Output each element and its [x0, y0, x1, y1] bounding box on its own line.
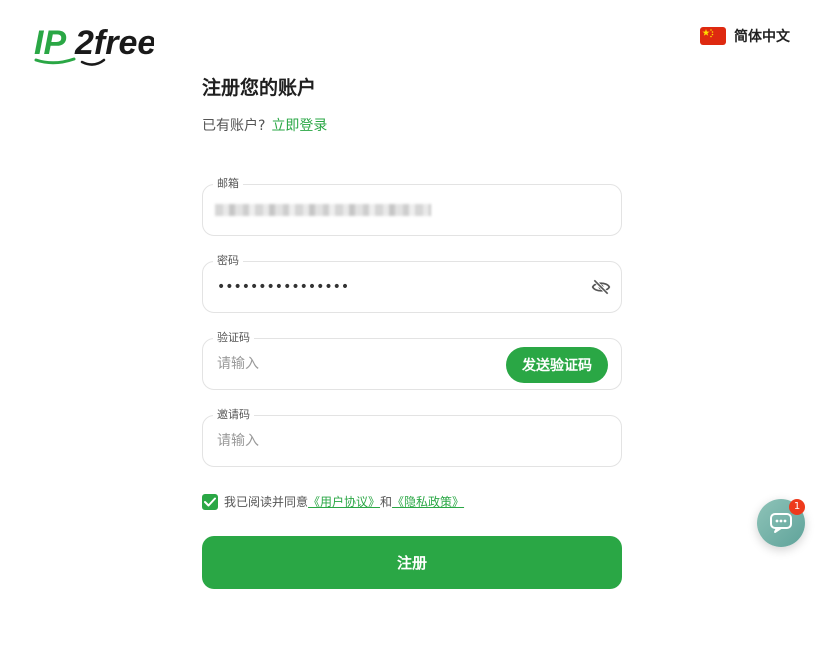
password-field[interactable]: 密码 ••••••••••••••••	[202, 254, 622, 313]
invite-code-field: 邀请码	[202, 408, 622, 467]
chat-notification-badge: 1	[789, 499, 805, 515]
language-switcher[interactable]: 简体中文	[700, 26, 790, 46]
login-prompt-text: 已有账户?	[202, 118, 266, 134]
password-value: ••••••••••••••••	[217, 279, 350, 295]
register-page: IP 2free 简体中文 注册您的账户 已有账户? 立即登录 邮箱 密码 ••…	[0, 0, 824, 649]
checkmark-icon	[204, 497, 216, 506]
login-link[interactable]: 立即登录	[271, 118, 327, 134]
send-code-button[interactable]: 发送验证码	[506, 347, 608, 383]
agreement-checkbox[interactable]	[202, 493, 218, 510]
login-prompt-row: 已有账户? 立即登录	[202, 116, 622, 136]
ip2free-logo[interactable]: IP 2free	[34, 22, 156, 68]
china-flag-icon	[700, 27, 726, 45]
agreement-conjunction: 和	[380, 495, 393, 509]
svg-text:2free: 2free	[74, 24, 154, 62]
password-label: 密码	[213, 254, 243, 268]
email-value-obscured	[215, 204, 431, 216]
page-title: 注册您的账户	[202, 77, 317, 99]
chat-icon	[770, 513, 792, 533]
verification-code-input[interactable]	[217, 339, 491, 389]
language-label: 简体中文	[734, 29, 790, 45]
register-form: 注册您的账户 已有账户? 立即登录 邮箱 密码 ••••••••••••••••	[202, 74, 622, 589]
verification-code-field: 验证码 发送验证码	[202, 331, 622, 390]
agreement-prefix: 我已阅读并同意	[224, 495, 309, 509]
register-button[interactable]: 注册	[202, 536, 622, 589]
agreement-row: 我已阅读并同意《用户协议》和《隐私政策》	[202, 493, 464, 510]
svg-text:IP: IP	[34, 24, 66, 62]
eye-off-icon[interactable]	[591, 277, 611, 301]
invite-code-input[interactable]	[217, 416, 561, 466]
user-agreement-link[interactable]: 《用户协议》	[308, 495, 380, 509]
email-label: 邮箱	[213, 177, 243, 191]
agreement-text: 我已阅读并同意《用户协议》和《隐私政策》	[224, 493, 464, 510]
privacy-policy-link[interactable]: 《隐私政策》	[392, 495, 464, 509]
email-field[interactable]: 邮箱	[202, 177, 622, 236]
